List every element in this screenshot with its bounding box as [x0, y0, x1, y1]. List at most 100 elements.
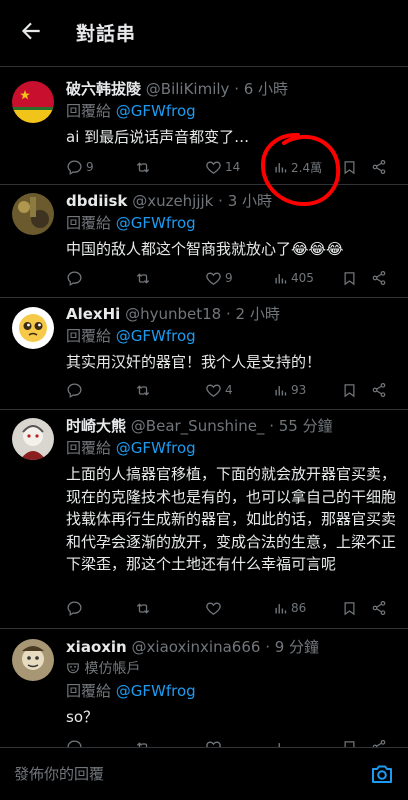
share-icon	[372, 271, 386, 285]
tweet[interactable]: 时崎大熊 @Bear_Sunshine_ · 55 分鐘 回覆給 @GFWfro…	[0, 409, 408, 628]
like-button[interactable]: 4	[205, 380, 233, 400]
reply-prefix: 回覆給	[66, 102, 112, 120]
like-button[interactable]	[205, 598, 225, 618]
view-count: 93	[291, 383, 307, 397]
tweet[interactable]: dbdiisk @xuzehjjjk · 3 小時 回覆給 @GFWfrog 中…	[0, 184, 408, 297]
bar-chart-icon	[275, 385, 287, 395]
reply-button[interactable]	[66, 380, 86, 400]
views-button[interactable]: 93	[273, 380, 306, 400]
bookmark-icon	[344, 601, 355, 615]
share-icon	[372, 383, 386, 397]
tweet-header: xiaoxin @xiaoxinxina666 · 9 分鐘	[66, 636, 398, 658]
avatar[interactable]	[12, 418, 54, 460]
like-button[interactable]: 9	[205, 268, 233, 288]
tweet-header: AlexHi @hyunbet18 · 2 小時	[66, 303, 398, 325]
like-button[interactable]: 14	[205, 157, 240, 177]
reply-context: 回覆給 @GFWfrog	[66, 437, 398, 459]
bookmark-button[interactable]	[342, 268, 357, 288]
bookmark-button[interactable]	[342, 380, 357, 400]
avatar[interactable]	[12, 639, 54, 681]
retweet-button[interactable]	[134, 380, 155, 400]
display-name[interactable]: 时崎大熊	[66, 417, 126, 435]
reply-composer[interactable]: 發佈你的回覆	[0, 747, 408, 800]
top-bar: 對話串	[0, 0, 408, 62]
timestamp[interactable]: · 3 小時	[218, 192, 272, 210]
mention-link[interactable]: @GFWfrog	[116, 439, 196, 457]
tweet-text: ai 到最后说话声音都变了…	[66, 128, 250, 146]
bar-chart-icon	[275, 273, 287, 283]
view-count: 405	[291, 271, 314, 285]
tweet-text: 中国的敌人都这个智商我就放心了😂😂😂	[66, 240, 344, 258]
retweet-icon	[136, 384, 150, 396]
tweet[interactable]: xiaoxin @xiaoxinxina666 · 9 分鐘 模仿帳戶 回覆給 …	[0, 628, 408, 755]
retweet-button[interactable]	[134, 157, 155, 177]
share-button[interactable]	[371, 598, 387, 618]
user-handle[interactable]: @BiliKimily	[146, 80, 230, 98]
arrow-left-icon[interactable]	[18, 18, 44, 44]
tweet-header: 时崎大熊 @Bear_Sunshine_ · 55 分鐘	[66, 415, 398, 437]
avatar[interactable]	[12, 307, 54, 349]
view-count: 2.4萬	[291, 160, 323, 175]
speech-bubble-icon	[67, 159, 82, 175]
like-count: 14	[225, 160, 241, 174]
impersonation-badge: 模仿帳戶	[66, 658, 398, 680]
user-handle[interactable]: @hyunbet18	[125, 305, 221, 323]
share-button[interactable]	[371, 268, 387, 288]
impersonation-label: 模仿帳戶	[84, 661, 141, 677]
timestamp[interactable]: · 6 小時	[234, 80, 288, 98]
retweet-icon	[136, 602, 150, 614]
views-button[interactable]: 86	[273, 598, 306, 618]
views-button[interactable]: 2.4萬	[273, 157, 322, 177]
user-handle[interactable]: @xiaoxinxina666	[132, 638, 261, 656]
tweet-text: so？	[66, 708, 98, 726]
mention-link[interactable]: @GFWfrog	[116, 102, 196, 120]
tweet-text: 其实用汉奸的器官！我个人是支持的！	[66, 353, 322, 371]
like-count: 9	[225, 271, 233, 285]
reply-context: 回覆給 @GFWfrog	[66, 325, 398, 347]
timestamp[interactable]: · 2 小時	[226, 305, 280, 323]
display-name[interactable]: AlexHi	[66, 305, 120, 323]
tweet-header: 破六韩拔陵 @BiliKimily · 6 小時	[66, 78, 398, 100]
user-handle[interactable]: @Bear_Sunshine_	[131, 417, 265, 435]
tweet[interactable]: 破六韩拔陵 @BiliKimily · 6 小時 回覆給 @GFWfrog ai…	[0, 66, 408, 184]
mask-icon	[67, 663, 79, 674]
reply-prefix: 回覆給	[66, 214, 112, 232]
reply-prefix: 回覆給	[66, 682, 112, 700]
display-name[interactable]: dbdiisk	[66, 192, 127, 210]
retweet-button[interactable]	[134, 268, 155, 288]
retweet-button[interactable]	[134, 598, 155, 618]
heart-icon	[206, 384, 221, 397]
view-count: 86	[291, 601, 307, 615]
timestamp[interactable]: · 9 分鐘	[265, 638, 319, 656]
views-button[interactable]: 405	[273, 268, 314, 288]
reply-input[interactable]: 發佈你的回覆	[14, 763, 104, 784]
bookmark-icon	[344, 383, 355, 397]
reply-prefix: 回覆給	[66, 327, 112, 345]
user-handle[interactable]: @xuzehjjjk	[132, 192, 213, 210]
mention-link[interactable]: @GFWfrog	[116, 214, 196, 232]
bookmark-icon	[344, 271, 355, 285]
reply-count: 9	[86, 160, 94, 174]
bar-chart-icon	[275, 162, 287, 172]
reply-button[interactable]	[66, 268, 86, 288]
reply-context: 回覆給 @GFWfrog	[66, 680, 398, 702]
share-button[interactable]	[371, 157, 387, 177]
bookmark-button[interactable]	[342, 598, 357, 618]
mention-link[interactable]: @GFWfrog	[116, 327, 196, 345]
timestamp[interactable]: · 55 分鐘	[269, 417, 332, 435]
reply-button[interactable]	[66, 598, 86, 618]
display-name[interactable]: xiaoxin	[66, 638, 127, 656]
display-name[interactable]: 破六韩拔陵	[66, 80, 141, 98]
reply-prefix: 回覆給	[66, 439, 112, 457]
avatar[interactable]	[12, 81, 54, 123]
retweet-icon	[136, 161, 150, 173]
tweet-header: dbdiisk @xuzehjjjk · 3 小時	[66, 190, 398, 212]
mention-link[interactable]: @GFWfrog	[116, 682, 196, 700]
retweet-icon	[136, 272, 150, 284]
bookmark-button[interactable]	[342, 157, 357, 177]
camera-icon[interactable]	[370, 762, 394, 786]
reply-button[interactable]: 9	[66, 157, 94, 177]
avatar[interactable]	[12, 193, 54, 235]
share-button[interactable]	[371, 380, 387, 400]
tweet[interactable]: AlexHi @hyunbet18 · 2 小時 回覆給 @GFWfrog 其实…	[0, 297, 408, 409]
